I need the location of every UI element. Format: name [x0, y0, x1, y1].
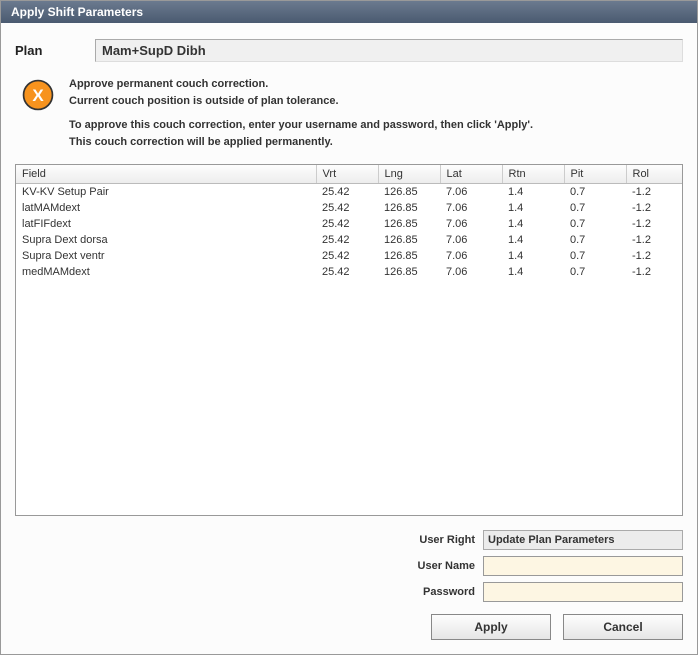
window-title: Apply Shift Parameters [11, 5, 143, 19]
user-right-row: User Right Update Plan Parameters [395, 530, 683, 550]
cell-field: medMAMdext [16, 264, 316, 280]
table-row[interactable]: latFIFdext25.42126.857.061.40.7-1.2 [16, 216, 683, 232]
plan-row: Plan Mam+SupD Dibh [15, 39, 683, 62]
cell-rol: -1.2 [626, 216, 683, 232]
cell-rtn: 1.4 [502, 200, 564, 216]
cell-vrt: 25.42 [316, 184, 378, 201]
col-lng[interactable]: Lng [378, 165, 440, 184]
cell-rol: -1.2 [626, 264, 683, 280]
cell-field: latMAMdext [16, 200, 316, 216]
cell-lat: 7.06 [440, 232, 502, 248]
table-row[interactable]: latMAMdext25.42126.857.061.40.7-1.2 [16, 200, 683, 216]
dialog-window: Apply Shift Parameters Plan Mam+SupD Dib… [0, 0, 698, 655]
cell-vrt: 25.42 [316, 200, 378, 216]
message-line2: Current couch position is outside of pla… [69, 95, 339, 107]
cell-lng: 126.85 [378, 248, 440, 264]
table-row[interactable]: Supra Dext ventr25.42126.857.061.40.7-1.… [16, 248, 683, 264]
cell-lng: 126.85 [378, 216, 440, 232]
table-header-row: Field Vrt Lng Lat Rtn Pit Rol [16, 165, 683, 184]
username-label: User Name [395, 560, 475, 572]
cell-field: latFIFdext [16, 216, 316, 232]
cell-field: Supra Dext dorsa [16, 232, 316, 248]
cell-rtn: 1.4 [502, 184, 564, 201]
cell-rol: -1.2 [626, 184, 683, 201]
cell-pit: 0.7 [564, 216, 626, 232]
cell-rtn: 1.4 [502, 232, 564, 248]
cell-lat: 7.06 [440, 264, 502, 280]
cell-field: KV-KV Setup Pair [16, 184, 316, 201]
col-pit[interactable]: Pit [564, 165, 626, 184]
auth-area: User Right Update Plan Parameters User N… [15, 530, 683, 602]
username-row: User Name [395, 556, 683, 576]
message-text: Approve permanent couch correction. Curr… [69, 76, 533, 150]
col-vrt[interactable]: Vrt [316, 165, 378, 184]
cell-pit: 0.7 [564, 264, 626, 280]
warning-icon: X [21, 78, 55, 112]
cell-lng: 126.85 [378, 264, 440, 280]
table-row[interactable]: medMAMdext25.42126.857.061.40.7-1.2 [16, 264, 683, 280]
cell-lat: 7.06 [440, 184, 502, 201]
password-row: Password [395, 582, 683, 602]
cell-rtn: 1.4 [502, 216, 564, 232]
username-input[interactable] [483, 556, 683, 576]
cell-lat: 7.06 [440, 200, 502, 216]
cell-pit: 0.7 [564, 232, 626, 248]
button-row: Apply Cancel [15, 610, 683, 640]
cell-rol: -1.2 [626, 232, 683, 248]
cell-rtn: 1.4 [502, 264, 564, 280]
cell-vrt: 25.42 [316, 264, 378, 280]
plan-label: Plan [15, 43, 95, 58]
cell-rol: -1.2 [626, 200, 683, 216]
cell-vrt: 25.42 [316, 232, 378, 248]
cell-vrt: 25.42 [316, 216, 378, 232]
password-input[interactable] [483, 582, 683, 602]
user-right-label: User Right [395, 534, 475, 546]
cell-field: Supra Dext ventr [16, 248, 316, 264]
cell-lat: 7.06 [440, 248, 502, 264]
message-line4: This couch correction will be applied pe… [69, 136, 333, 148]
cell-pit: 0.7 [564, 184, 626, 201]
cell-rol: -1.2 [626, 248, 683, 264]
cancel-button[interactable]: Cancel [563, 614, 683, 640]
cell-lng: 126.85 [378, 200, 440, 216]
titlebar: Apply Shift Parameters [1, 1, 697, 23]
col-rtn[interactable]: Rtn [502, 165, 564, 184]
col-rol[interactable]: Rol [626, 165, 683, 184]
cell-lng: 126.85 [378, 232, 440, 248]
apply-button[interactable]: Apply [431, 614, 551, 640]
message-row: X Approve permanent couch correction. Cu… [15, 76, 683, 150]
message-line3: To approve this couch correction, enter … [69, 119, 533, 131]
cell-lat: 7.06 [440, 216, 502, 232]
col-lat[interactable]: Lat [440, 165, 502, 184]
table-row[interactable]: Supra Dext dorsa25.42126.857.061.40.7-1.… [16, 232, 683, 248]
cell-vrt: 25.42 [316, 248, 378, 264]
cell-lng: 126.85 [378, 184, 440, 201]
col-field[interactable]: Field [16, 165, 316, 184]
plan-value: Mam+SupD Dibh [95, 39, 683, 62]
cell-rtn: 1.4 [502, 248, 564, 264]
svg-text:X: X [32, 86, 44, 105]
password-label: Password [395, 586, 475, 598]
shift-table: Field Vrt Lng Lat Rtn Pit Rol KV-KV Setu… [16, 165, 683, 280]
content-area: Plan Mam+SupD Dibh X Approve permanent c… [1, 23, 697, 654]
cell-pit: 0.7 [564, 248, 626, 264]
cell-pit: 0.7 [564, 200, 626, 216]
table-row[interactable]: KV-KV Setup Pair25.42126.857.061.40.7-1.… [16, 184, 683, 201]
message-line1: Approve permanent couch correction. [69, 78, 268, 90]
user-right-value: Update Plan Parameters [483, 530, 683, 550]
shift-table-wrap[interactable]: Field Vrt Lng Lat Rtn Pit Rol KV-KV Setu… [15, 164, 683, 516]
